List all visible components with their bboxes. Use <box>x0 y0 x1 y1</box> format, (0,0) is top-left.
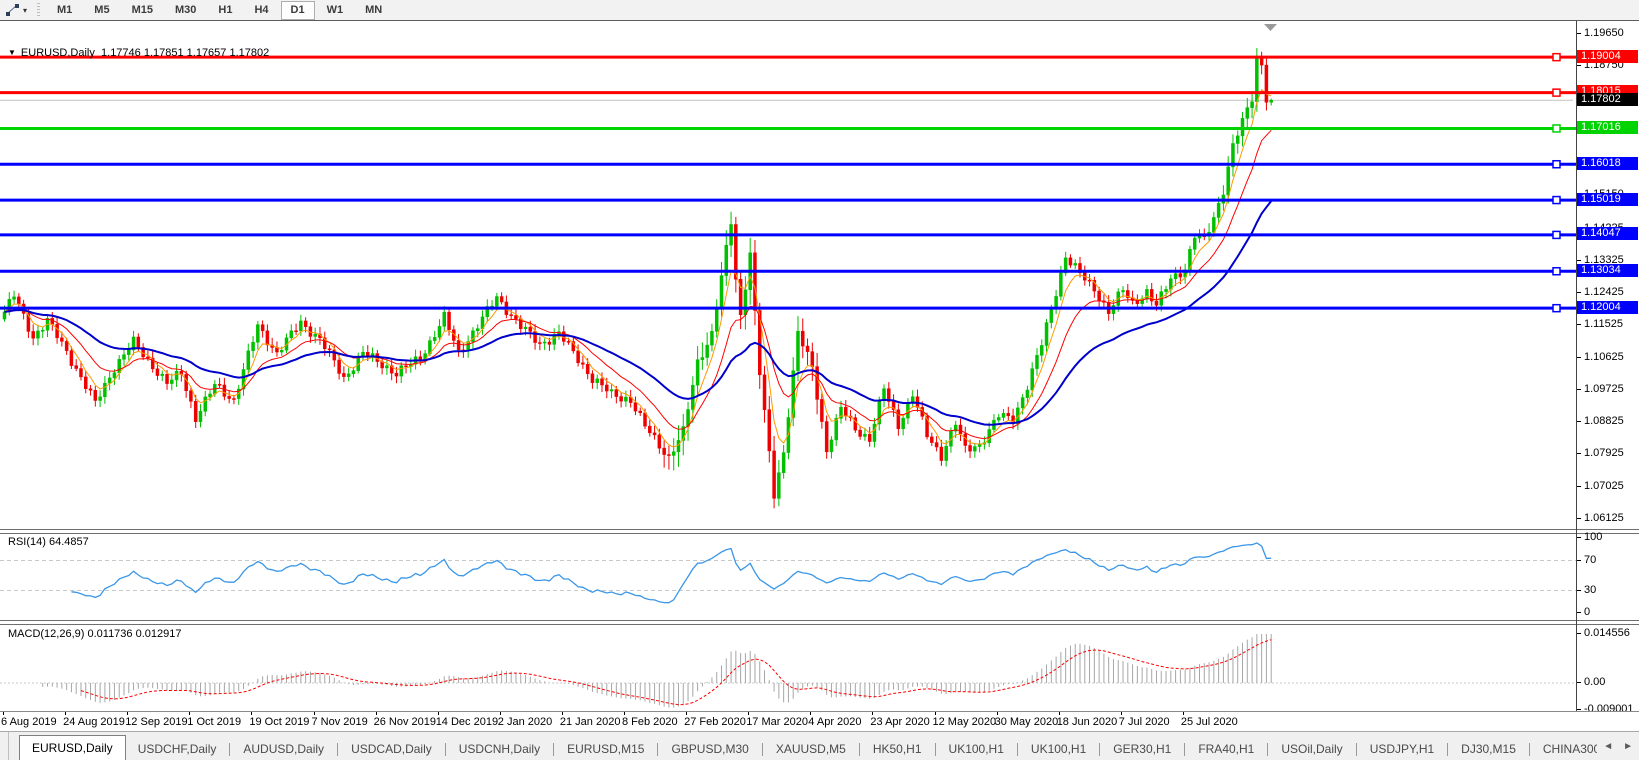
timeframe-buttons: M1 M5 M15 M30 H1 H4 D1 W1 MN <box>46 0 393 20</box>
date-axis-label: 12 Sep 2019 <box>125 712 189 728</box>
chart-ohlc-readout: ▼ EURUSD,Daily 1.17746 1.17851 1.17657 1.… <box>8 47 269 59</box>
chevron-down-icon[interactable]: ▾ <box>23 6 27 15</box>
tab-usoil-daily[interactable]: USOil,Daily <box>1269 739 1354 760</box>
tab-eurusd-daily[interactable]: EURUSD,Daily <box>19 735 126 760</box>
tab-audusd-daily[interactable]: AUDUSD,Daily <box>231 739 336 760</box>
hline-price-label: 1.17016 <box>1577 120 1638 134</box>
rsi-label: RSI(14) 64.4857 <box>8 536 89 548</box>
date-axis-label: 2 Jan 2020 <box>498 712 554 728</box>
tab-separator <box>761 743 763 756</box>
tab-separator <box>337 743 339 756</box>
timeframe-button-h4[interactable]: H4 <box>244 1 278 20</box>
line-tool-button[interactable]: ▾ <box>0 0 31 20</box>
timeframe-button-m1[interactable]: M1 <box>47 1 82 20</box>
date-axis-label: 25 Jul 2020 <box>1181 712 1240 728</box>
chart-window: ▼ EURUSD,Daily 1.17746 1.17851 1.17657 1.… <box>0 20 1639 732</box>
date-axis-label: 21 Jan 2020 <box>560 712 623 728</box>
tab-ger30-h1[interactable]: GER30,H1 <box>1101 739 1183 760</box>
collapse-triangle-icon[interactable]: ▼ <box>8 48 16 57</box>
current-price-label: 1.17802 <box>1577 92 1638 106</box>
tab-xauusd-m5[interactable]: XAUUSD,M5 <box>764 739 858 760</box>
timeframe-button-d1[interactable]: D1 <box>280 0 315 20</box>
tab-scroll-left-icon[interactable]: ◄ <box>1603 741 1613 752</box>
chart-tabbar: EURUSD,Daily USDCHF,Daily AUDUSD,Daily USDC… <box>0 731 1639 760</box>
timeframe-button-m30[interactable]: M30 <box>165 1 206 20</box>
timeframe-button-w1[interactable]: W1 <box>317 1 354 20</box>
tab-separator <box>1016 743 1018 756</box>
tab-scroll-right-icon[interactable]: ► <box>1623 741 1633 752</box>
hline-price-label: 1.19004 <box>1577 49 1638 63</box>
chart-tabs: EURUSD,Daily USDCHF,Daily AUDUSD,Daily USDC… <box>9 732 1597 760</box>
toolbar-grip <box>37 3 41 17</box>
tab-separator <box>1184 743 1186 756</box>
date-axis-label: 23 Apr 2020 <box>870 712 931 728</box>
hline-price-label: 1.14047 <box>1577 227 1638 241</box>
date-axis-label: 7 Jul 2020 <box>1119 712 1172 728</box>
tab-fra40-h1[interactable]: FRA40,H1 <box>1186 739 1266 760</box>
tab-usdjpy-h1[interactable]: USDJPY,H1 <box>1358 739 1446 760</box>
date-axis-label: 12 May 2020 <box>933 712 999 728</box>
tabbar-grip <box>0 732 9 760</box>
rsi-panel-canvas[interactable] <box>0 534 1639 620</box>
hline-price-label: 1.12004 <box>1577 300 1638 314</box>
date-axis-label: 8 Feb 2020 <box>622 712 680 728</box>
timeframe-button-m5[interactable]: M5 <box>84 1 119 20</box>
tab-dj30-m15[interactable]: DJ30,M15 <box>1449 739 1528 760</box>
tab-usdcad-daily[interactable]: USDCAD,Daily <box>339 739 444 760</box>
date-axis-label: 18 Jun 2020 <box>1057 712 1120 728</box>
tab-separator <box>858 743 860 756</box>
hline-price-label: 1.15019 <box>1577 192 1638 206</box>
tab-china300-h4[interactable]: CHINA300,H4 <box>1531 739 1597 760</box>
chart-ohlc-values: 1.17746 1.17851 1.17657 1.17802 <box>101 47 270 59</box>
timeframe-toolbar: ▾ M1 M5 M15 M30 H1 H4 D1 W1 MN <box>0 0 1639 21</box>
timeframe-button-mn[interactable]: MN <box>355 1 392 20</box>
tab-separator <box>229 743 231 756</box>
tab-uk100-h1[interactable]: UK100,H1 <box>1019 739 1098 760</box>
tab-usdchf-daily[interactable]: USDCHF,Daily <box>126 739 229 760</box>
chart-symbol-period: EURUSD,Daily <box>20 47 95 59</box>
tab-eurusd-m15[interactable]: EURUSD,M15 <box>555 739 656 760</box>
date-axis-label: 1 Oct 2019 <box>187 712 243 728</box>
tab-separator <box>1099 743 1101 756</box>
tab-usdcnh-daily[interactable]: USDCNH,Daily <box>447 739 552 760</box>
trendline-icon <box>6 4 19 16</box>
date-axis-label: 14 Dec 2019 <box>436 712 500 728</box>
hline-price-label: 1.16018 <box>1577 156 1638 170</box>
tab-separator <box>657 743 659 756</box>
tab-gbpusd-m30[interactable]: GBPUSD,M30 <box>659 739 760 760</box>
tab-uk100-h1[interactable]: UK100,H1 <box>937 739 1016 760</box>
mt4-window: ▾ M1 M5 M15 M30 H1 H4 D1 W1 MN ▼ EURUSD,Daily 1.1… <box>0 0 1639 760</box>
macd-label: MACD(12,26,9) 0.011736 0.012917 <box>8 628 182 640</box>
hline-price-label: 1.13034 <box>1577 263 1638 277</box>
price-axis: 1.196501.187501.178501.169501.160501.151… <box>1577 20 1639 731</box>
date-axis-label: 27 Feb 2020 <box>684 712 748 728</box>
date-axis-label: 24 Aug 2019 <box>63 712 127 728</box>
tab-hk50-h1[interactable]: HK50,H1 <box>861 739 934 760</box>
chart-shift-marker-icon <box>1264 24 1277 31</box>
date-axis-label: 4 Apr 2020 <box>808 712 863 728</box>
tab-separator <box>1267 743 1269 756</box>
date-axis-label: 19 Oct 2019 <box>249 712 311 728</box>
tab-separator <box>1447 743 1449 756</box>
tab-separator <box>553 743 555 756</box>
date-axis-label: 6 Aug 2019 <box>1 712 59 728</box>
tab-separator <box>444 743 446 756</box>
tab-separator <box>1528 743 1530 756</box>
date-axis: 6 Aug 2019 24 Aug 2019 12 Sep 2019 1 Oct 20… <box>0 711 1639 731</box>
main-chart-canvas[interactable] <box>0 21 1639 529</box>
date-axis-label: 30 May 2020 <box>995 712 1061 728</box>
date-axis-label: 17 Mar 2020 <box>746 712 810 728</box>
timeframe-button-h1[interactable]: H1 <box>208 1 242 20</box>
macd-panel-canvas[interactable] <box>0 625 1639 712</box>
tab-separator <box>1355 743 1357 756</box>
date-axis-label: 7 Nov 2019 <box>312 712 370 728</box>
tab-separator <box>934 743 936 756</box>
tab-scroll-arrows: ◄ ► <box>1597 732 1639 760</box>
date-axis-label: 26 Nov 2019 <box>374 712 438 728</box>
timeframe-button-m15[interactable]: M15 <box>122 1 163 20</box>
